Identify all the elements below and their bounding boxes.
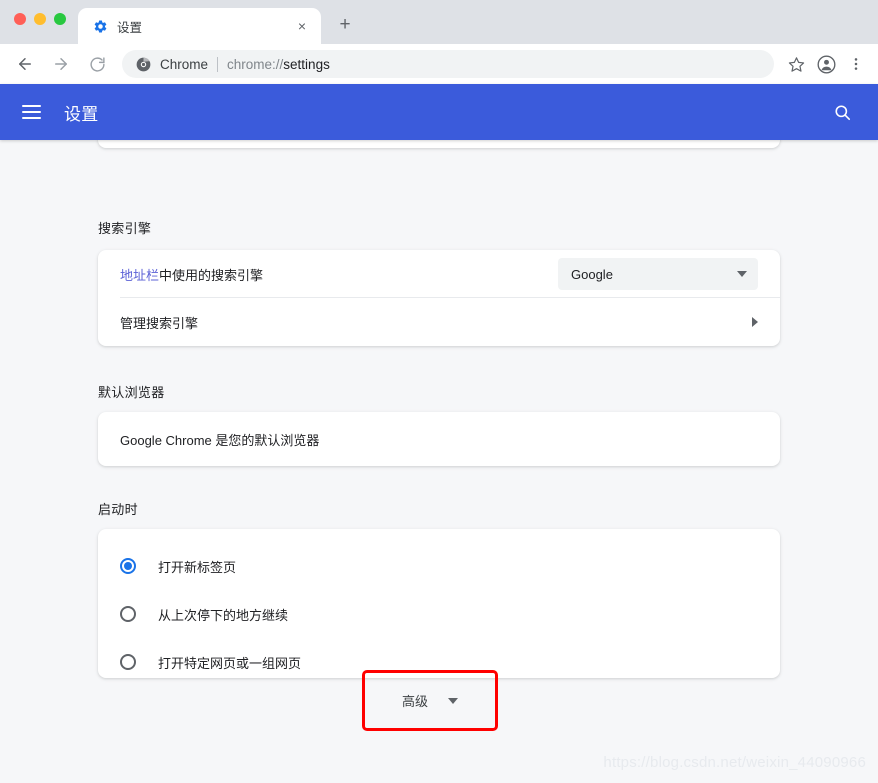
default-search-engine-label-rest: 中使用的搜索引擎 xyxy=(159,268,263,283)
forward-icon[interactable] xyxy=(46,49,76,79)
address-bar[interactable]: Chrome chrome://settings xyxy=(122,50,774,78)
previous-section-card-clipped xyxy=(98,140,780,148)
tab-strip: 设置 × + xyxy=(0,0,878,44)
advanced-button-highlight: 高级 xyxy=(362,670,498,731)
row-default-search-engine[interactable]: 地址栏中使用的搜索引擎 Google xyxy=(98,250,780,298)
omnibox-url-host: settings xyxy=(283,57,330,72)
chrome-logo-icon xyxy=(135,56,151,72)
search-engine-card: 地址栏中使用的搜索引擎 Google 管理搜索引擎 xyxy=(98,250,780,346)
minimize-window-button[interactable] xyxy=(34,13,46,25)
row-manage-search-engines[interactable]: 管理搜索引擎 xyxy=(98,298,780,346)
chevron-right-icon xyxy=(752,317,758,327)
search-engine-select-value: Google xyxy=(571,267,613,282)
manage-search-engines-label: 管理搜索引擎 xyxy=(120,313,752,332)
omnibox-site-label: Chrome xyxy=(160,57,208,72)
settings-gear-icon xyxy=(92,18,108,34)
tab-title: 设置 xyxy=(117,17,293,36)
section-label-default-browser: 默认浏览器 xyxy=(98,382,165,401)
radio-label: 打开新标签页 xyxy=(158,557,236,576)
browser-toolbar: Chrome chrome://settings xyxy=(0,44,878,84)
three-dot-menu-icon[interactable] xyxy=(842,50,870,78)
search-icon[interactable] xyxy=(828,98,856,126)
watermark-text: https://blog.csdn.net/weixin_44090966 xyxy=(603,754,866,771)
default-browser-card: Google Chrome 是您的默认浏览器 xyxy=(98,412,780,466)
address-bar-link[interactable]: 地址栏 xyxy=(120,268,159,283)
radio-option-continue[interactable]: 从上次停下的地方继续 xyxy=(98,590,780,638)
maximize-window-button[interactable] xyxy=(54,13,66,25)
browser-window: 设置 × + xyxy=(0,0,878,783)
hamburger-menu-icon[interactable] xyxy=(22,100,46,124)
advanced-button[interactable]: 高级 xyxy=(365,673,495,728)
radio-label: 从上次停下的地方继续 xyxy=(158,605,288,624)
advanced-button-label: 高级 xyxy=(402,691,428,710)
omnibox-url: chrome://settings xyxy=(227,57,330,72)
section-label-search-engine: 搜索引擎 xyxy=(98,218,151,237)
on-startup-card: 打开新标签页 从上次停下的地方继续 打开特定网页或一组网页 xyxy=(98,529,780,678)
radio-icon[interactable] xyxy=(120,558,136,574)
account-icon[interactable] xyxy=(812,50,840,78)
radio-option-new-tab[interactable]: 打开新标签页 xyxy=(98,542,780,590)
radio-icon[interactable] xyxy=(120,606,136,622)
reload-icon[interactable] xyxy=(82,49,112,79)
radio-icon[interactable] xyxy=(120,654,136,670)
chevron-down-icon xyxy=(737,271,747,277)
star-icon[interactable] xyxy=(782,50,810,78)
search-engine-select[interactable]: Google xyxy=(558,258,758,290)
new-tab-button[interactable]: + xyxy=(332,11,358,37)
close-tab-icon[interactable]: × xyxy=(293,17,311,35)
default-browser-row: Google Chrome 是您的默认浏览器 xyxy=(98,412,780,466)
back-icon[interactable] xyxy=(10,49,40,79)
radio-label: 打开特定网页或一组网页 xyxy=(158,653,301,672)
settings-app-header: 设置 xyxy=(0,84,878,140)
chevron-down-icon xyxy=(448,698,458,704)
window-traffic-lights xyxy=(14,13,66,25)
section-label-on-startup: 启动时 xyxy=(98,499,138,518)
page-title: 设置 xyxy=(64,100,99,125)
omnibox-url-scheme: chrome:// xyxy=(227,57,283,72)
omnibox-divider xyxy=(217,57,218,72)
tab-settings[interactable]: 设置 × xyxy=(78,8,321,44)
close-window-button[interactable] xyxy=(14,13,26,25)
default-browser-status: Google Chrome 是您的默认浏览器 xyxy=(120,430,758,449)
default-search-engine-label: 地址栏中使用的搜索引擎 xyxy=(120,265,558,284)
